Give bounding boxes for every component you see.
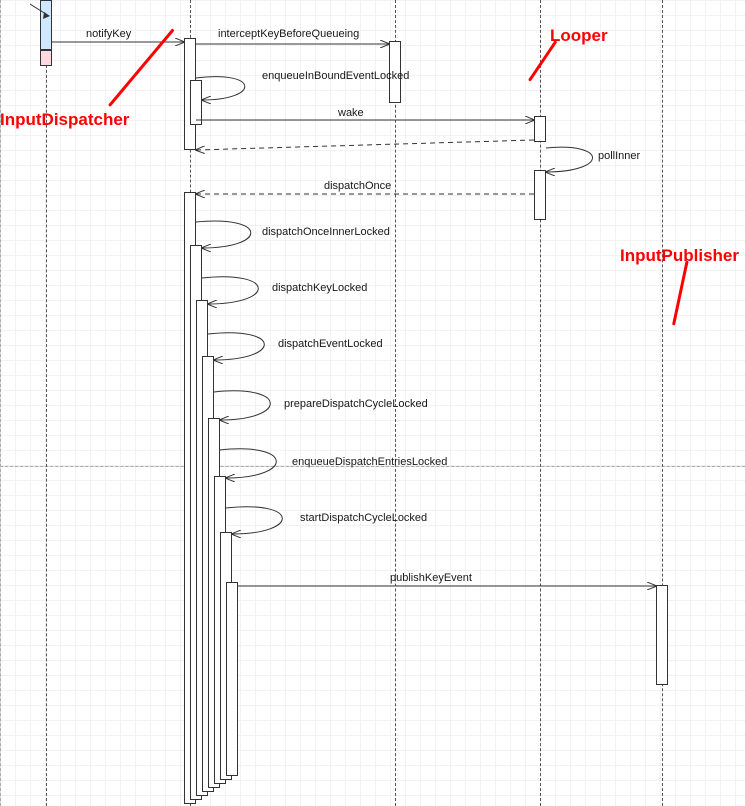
annotation-line-looper — [528, 40, 557, 81]
annotation-line-dispatcher — [108, 28, 175, 107]
activation-looper-wake — [534, 116, 546, 142]
label-interceptKeyBeforeQueueing: interceptKeyBeforeQueueing — [218, 28, 359, 40]
activation-reader-pink — [40, 50, 52, 66]
activation-looper-poll — [534, 170, 546, 220]
annotation-looper: Looper — [550, 26, 608, 46]
label-notifyKey: notifyKey — [86, 28, 131, 40]
label-dispatchEventLocked: dispatchEventLocked — [278, 338, 383, 350]
label-wake: wake — [338, 107, 364, 119]
label-enqueueDispatchEntriesLocked: enqueueDispatchEntriesLocked — [292, 456, 447, 468]
label-dispatchKeyLocked: dispatchKeyLocked — [272, 282, 367, 294]
label-dispatchOnce: dispatchOnce — [324, 180, 391, 192]
label-prepareDispatchCycleLocked: prepareDispatchCycleLocked — [284, 398, 428, 410]
label-enqueueInBoundEventLocked: enqueueInBoundEventLocked — [262, 70, 409, 82]
label-dispatchOnceInnerLocked: dispatchOnceInnerLocked — [262, 226, 390, 238]
label-pollInner: pollInner — [598, 150, 640, 162]
activation-dispatcher-nest1 — [190, 80, 202, 125]
activation-publish-send — [226, 582, 238, 776]
reader-top-connector — [30, 0, 64, 20]
lifeline-publisher — [662, 0, 663, 806]
label-publishKeyEvent: publishKeyEvent — [390, 572, 472, 584]
annotation-line-publisher — [672, 260, 689, 325]
annotation-input-dispatcher: InputDispatcher — [0, 110, 129, 130]
activation-publisher — [656, 585, 668, 685]
label-startDispatchCycleLocked: startDispatchCycleLocked — [300, 512, 427, 524]
annotation-input-publisher: InputPublisher — [620, 246, 739, 266]
